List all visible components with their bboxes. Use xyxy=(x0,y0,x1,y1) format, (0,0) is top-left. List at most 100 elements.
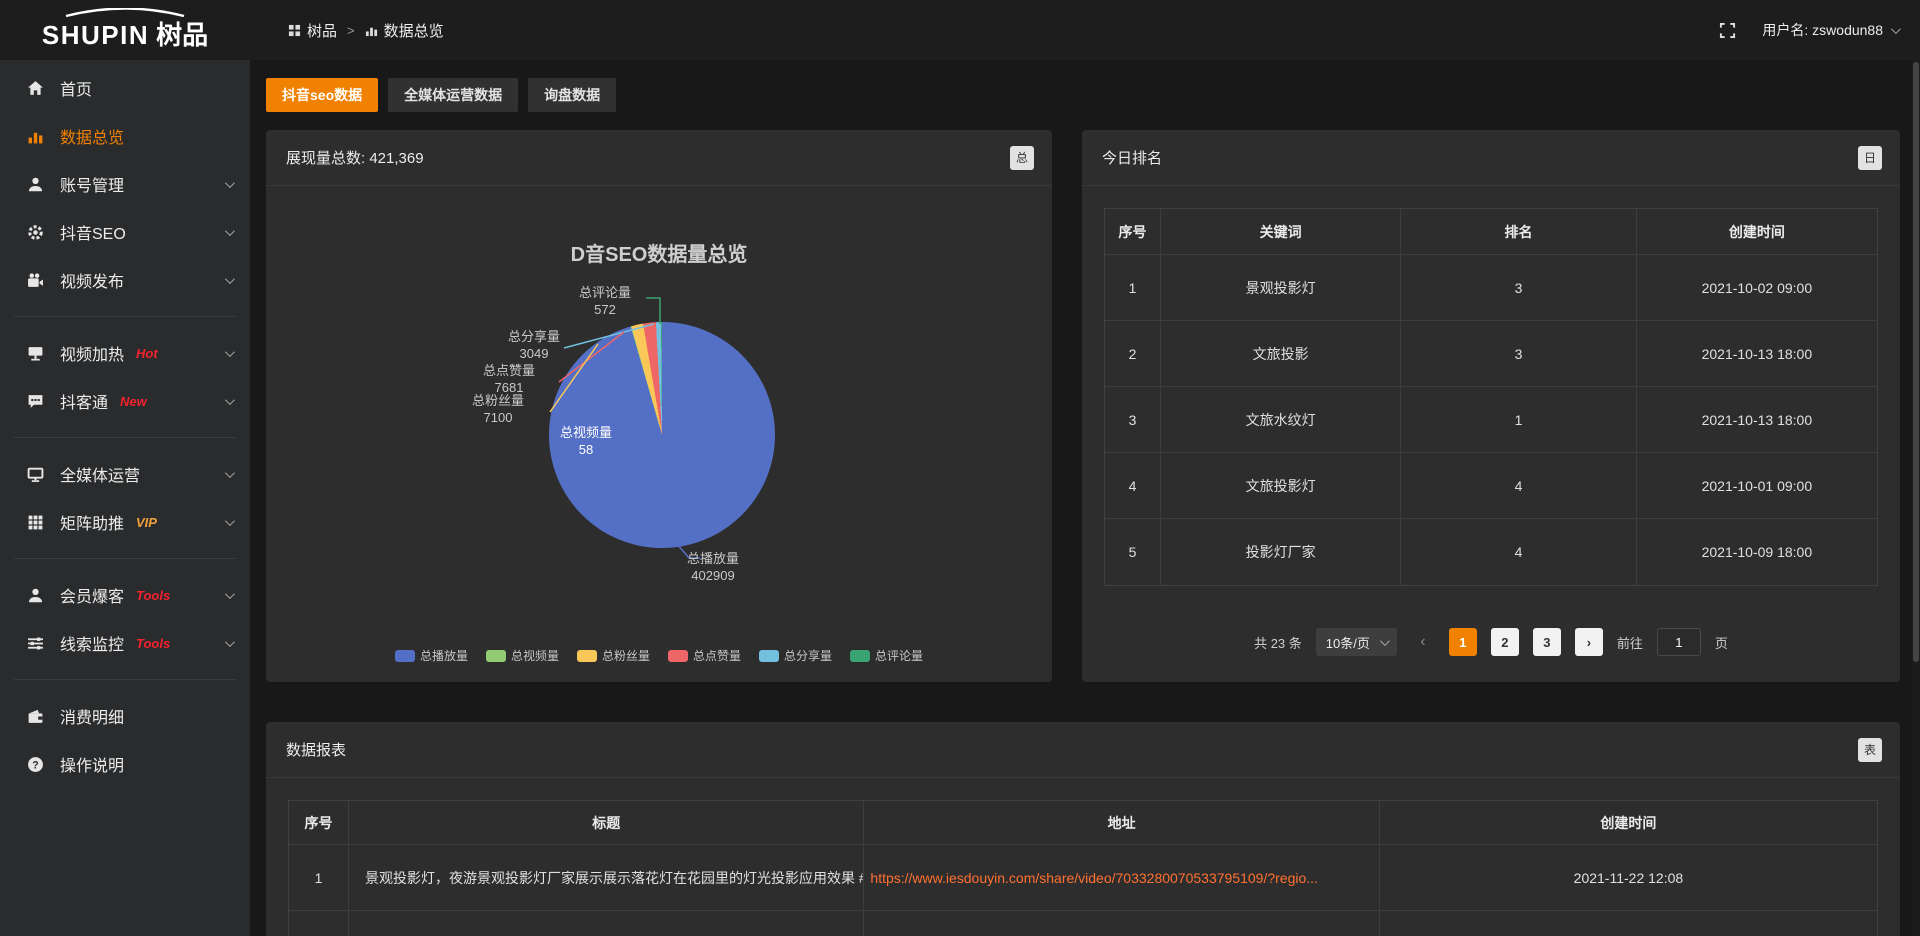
goto-unit: 页 xyxy=(1715,633,1728,652)
tab-inquiry-data[interactable]: 询盘数据 xyxy=(528,78,616,112)
chevron-down-icon xyxy=(225,589,235,599)
legend-item[interactable]: 总播放量 xyxy=(395,647,468,664)
sidebar-item-video-heat[interactable]: 视频加热 Hot xyxy=(0,329,250,377)
wallet-icon xyxy=(26,707,44,725)
sidebar-item-home[interactable]: 首页 xyxy=(0,64,250,112)
pie-label-fans: 总粉丝量7100 xyxy=(452,392,544,426)
user-icon xyxy=(26,175,44,193)
screen-promo-icon xyxy=(26,344,44,362)
sidebar-divider xyxy=(14,558,236,559)
fullscreen-icon[interactable] xyxy=(1719,22,1736,39)
goto-page-input[interactable] xyxy=(1657,628,1701,656)
chevron-down-icon xyxy=(225,468,235,478)
goto-label: 前往 xyxy=(1617,633,1643,652)
chevron-down-icon xyxy=(225,637,235,647)
sidebar-item-account[interactable]: 账号管理 xyxy=(0,160,250,208)
sidebar-item-omni-media[interactable]: 全媒体运营 xyxy=(0,450,250,498)
scrollbar-thumb[interactable] xyxy=(1913,62,1919,662)
sliders-icon xyxy=(26,634,44,652)
table-row: 1 景观投影灯，夜游景观投影灯厂家展示展示落花灯在花园里的灯光投影应用效果 # … xyxy=(289,845,1877,911)
tools-tag: Tools xyxy=(136,588,170,603)
chevron-down-icon xyxy=(225,226,235,236)
sidebar-item-clue-monitor[interactable]: 线索监控 Tools xyxy=(0,619,250,667)
video-link-cell: https://www.iesdouyin.com/share/video/70… xyxy=(864,845,1379,910)
table-row: 4 文旅投影灯 4 2021-10-01 09:00 xyxy=(1105,453,1877,519)
sidebar-divider xyxy=(14,679,236,680)
breadcrumb-item-home[interactable]: 树品 xyxy=(288,20,337,41)
report-table: 序号 标题 地址 创建时间 1 景观投影灯，夜游景观投影灯厂家展示展示落花灯在花… xyxy=(288,800,1878,936)
question-circle-icon: ? xyxy=(26,755,44,773)
overview-card: 展现量总数: 421,369 总 D音SEO数据量总览 总评论量572 xyxy=(266,130,1052,682)
legend-item[interactable]: 总分享量 xyxy=(759,647,832,664)
hot-tag: Hot xyxy=(136,346,158,361)
main-content: 抖音seo数据 全媒体运营数据 询盘数据 展现量总数: 421,369 总 D音… xyxy=(250,60,1920,936)
next-page-button[interactable]: › xyxy=(1575,628,1603,656)
chevron-down-icon xyxy=(225,395,235,405)
pie-chart: D音SEO数据量总览 总评论量572 总分享量3049 xyxy=(266,186,1052,682)
sidebar-item-matrix-boost[interactable]: 矩阵助推 VIP xyxy=(0,498,250,546)
prev-page-button[interactable]: ‹ xyxy=(1411,633,1435,651)
legend-item[interactable]: 总视频量 xyxy=(486,647,559,664)
table-badge-button[interactable]: 表 xyxy=(1858,738,1882,762)
sidebar-item-video-publish[interactable]: 视频发布 xyxy=(0,256,250,304)
pie-label-shares: 总分享量3049 xyxy=(488,328,580,362)
data-tabs: 抖音seo数据 全媒体运营数据 询盘数据 xyxy=(266,78,1900,112)
legend-item[interactable]: 总点赞量 xyxy=(668,647,741,664)
page-button-2[interactable]: 2 xyxy=(1491,628,1519,656)
top-bar: SHUPIN 树品 树品 > 数据总览 用户名: zswodun88 xyxy=(0,0,1920,60)
pie-label-likes: 总点赞量7681 xyxy=(463,362,555,396)
chat-bubble-icon xyxy=(26,392,44,410)
pie-label-lines xyxy=(266,186,1052,682)
username-menu[interactable]: 用户名: zswodun88 xyxy=(1762,20,1898,40)
chevron-down-icon xyxy=(225,347,235,357)
pie-label-plays: 总播放量402909 xyxy=(658,550,768,584)
video-link[interactable]: https://www.iesdouyin.com/share/video/70… xyxy=(870,870,1318,886)
page-button-1[interactable]: 1 xyxy=(1449,628,1477,656)
table-row: 2 文旅投影 3 2021-10-13 18:00 xyxy=(1105,321,1877,387)
sidebar: 首页 数据总览 账号管理 抖音SEO 视频发布 视频加热 Hot xyxy=(0,60,250,936)
page-size-select[interactable]: 10条/页 xyxy=(1316,628,1397,656)
sidebar-divider xyxy=(14,437,236,438)
sidebar-item-doukettong[interactable]: 抖客通 New xyxy=(0,377,250,425)
username-label: 用户名: zswodun88 xyxy=(1762,20,1883,40)
app-grid-icon xyxy=(288,24,301,37)
page-scrollbar[interactable] xyxy=(1912,60,1920,936)
breadcrumb: 树品 > 数据总览 xyxy=(288,20,444,41)
sidebar-item-member-leads[interactable]: 会员爆客 Tools xyxy=(0,571,250,619)
tools-tag: Tools xyxy=(136,636,170,651)
user-solid-icon xyxy=(26,586,44,604)
sidebar-item-douyin-seo[interactable]: 抖音SEO xyxy=(0,208,250,256)
chevron-down-icon xyxy=(225,516,235,526)
table-row: 1 景观投影灯 3 2021-10-02 09:00 xyxy=(1105,255,1877,321)
ranking-title: 今日排名 xyxy=(1102,147,1162,168)
sidebar-item-help[interactable]: ? 操作说明 xyxy=(0,740,250,788)
chevron-down-icon xyxy=(225,274,235,284)
total-badge-button[interactable]: 总 xyxy=(1010,146,1034,170)
video-camera-icon xyxy=(26,271,44,289)
pagination: 共 23 条 10条/页 ‹ 1 2 3 › 前往 页 xyxy=(1082,628,1900,682)
tab-omni-media-data[interactable]: 全媒体运营数据 xyxy=(388,78,518,112)
sidebar-divider xyxy=(14,316,236,317)
legend-item[interactable]: 总评论量 xyxy=(850,647,923,664)
legend-item[interactable]: 总粉丝量 xyxy=(577,647,650,664)
table-row: 5 投影灯厂家 4 2021-10-09 18:00 xyxy=(1105,519,1877,585)
breadcrumb-separator: > xyxy=(347,23,355,38)
total-count: 共 23 条 xyxy=(1254,633,1302,652)
gear-icon xyxy=(26,223,44,241)
table-row-partial xyxy=(289,911,1877,936)
sidebar-item-data-overview[interactable]: 数据总览 xyxy=(0,112,250,160)
chart-legend: 总播放量 总视频量 总粉丝量 总点赞量 总分享量 总评论量 xyxy=(266,647,1052,664)
tab-douyin-seo-data[interactable]: 抖音seo数据 xyxy=(266,78,378,112)
pie-label-videos: 总视频量58 xyxy=(542,424,630,458)
breadcrumb-label: 树品 xyxy=(307,20,337,41)
app-logo: SHUPIN 树品 xyxy=(0,8,250,52)
home-icon xyxy=(26,79,44,97)
bar-chart-icon xyxy=(365,24,378,37)
chevron-down-icon xyxy=(1380,636,1390,646)
chevron-down-icon xyxy=(1891,24,1901,34)
day-badge-button[interactable]: 日 xyxy=(1858,146,1882,170)
page-button-3[interactable]: 3 xyxy=(1533,628,1561,656)
logo-latin: SHUPIN xyxy=(42,20,149,51)
sidebar-item-spending-detail[interactable]: 消费明细 xyxy=(0,692,250,740)
breadcrumb-item-current[interactable]: 数据总览 xyxy=(365,20,444,41)
